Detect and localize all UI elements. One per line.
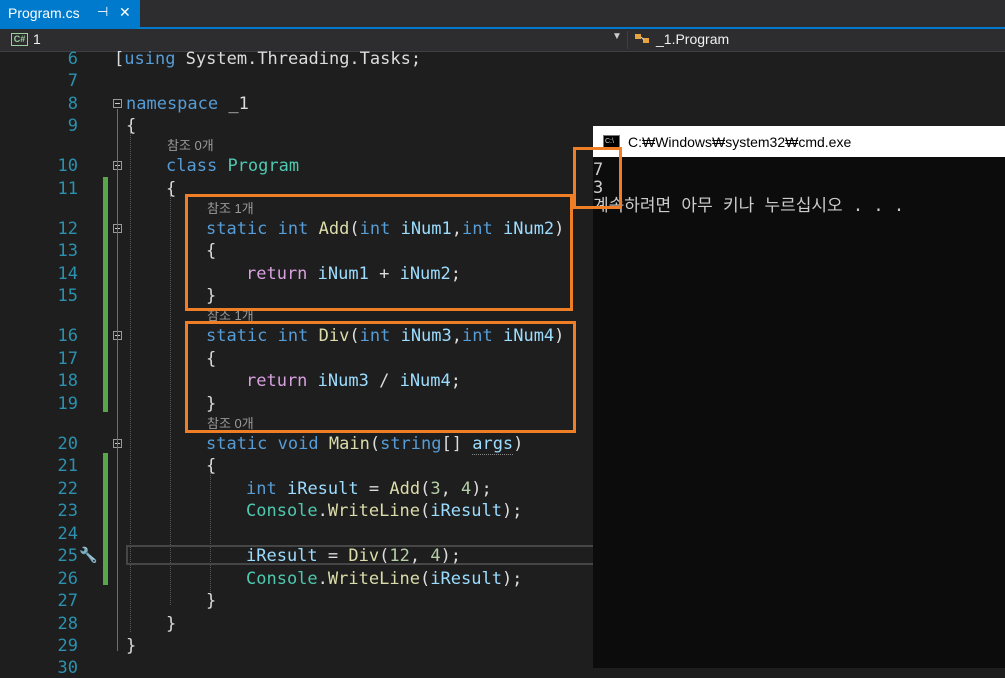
outline-line — [117, 109, 118, 651]
highlight-box-div — [185, 321, 576, 433]
line-number: 30 — [57, 658, 78, 678]
tab-program-cs[interactable]: Program.cs ⊣ ✕ — [0, 0, 140, 27]
codelens-references[interactable]: 참조 0개 — [167, 138, 214, 154]
line-number: 11 — [57, 179, 78, 199]
line-number: 25 — [57, 546, 78, 566]
change-indicator-bar — [103, 453, 108, 585]
code-line-29: } — [126, 636, 137, 656]
line-number: 10 — [57, 156, 78, 176]
line-number: 8 — [67, 94, 78, 114]
highlight-box-add — [185, 194, 573, 311]
code-line-8: namespace _1 — [126, 94, 249, 114]
project-name: 1 — [33, 31, 41, 47]
code-line-26: Console.WriteLine(iResult); — [246, 569, 523, 589]
line-number: 6 — [67, 49, 78, 69]
code-line-25: iResult = Div(12, 4); — [246, 546, 462, 566]
project-dropdown[interactable]: C# 1 ▼ — [0, 29, 626, 51]
code-line-10: class Program — [166, 156, 300, 176]
line-number: 18 — [57, 371, 78, 391]
change-indicator-bar — [103, 177, 108, 412]
line-number: 28 — [57, 614, 78, 634]
line-number: 21 — [57, 456, 78, 476]
console-window[interactable]: C:\ C:₩Windows₩system32₩cmd.exe 7 3 계속하려면 … — [593, 126, 1005, 668]
line-number: 14 — [57, 264, 78, 284]
console-output: 7 3 계속하려면 아무 키나 누르십시오 . . . — [593, 161, 904, 215]
collapse-icon[interactable] — [113, 99, 122, 108]
highlight-box-output — [573, 147, 622, 209]
class-name: _1.Program — [656, 31, 730, 47]
console-title: C:₩Windows₩system32₩cmd.exe — [628, 134, 852, 150]
line-number: 23 — [57, 501, 78, 521]
line-number: 29 — [57, 636, 78, 656]
line-number: 22 — [57, 479, 78, 499]
line-number: 12 — [57, 219, 78, 239]
code-line-9: { — [126, 116, 137, 136]
line-number: 17 — [57, 349, 78, 369]
code-line-28: } — [166, 614, 177, 634]
console-title-bar[interactable]: C:\ C:₩Windows₩system32₩cmd.exe — [593, 126, 1005, 157]
code-line-22: int iResult = Add(3, 4); — [246, 479, 492, 499]
code-line-27: } — [206, 591, 217, 611]
tab-title: Program.cs — [8, 5, 80, 21]
csharp-project-icon: C# — [11, 33, 28, 46]
code-line-6: [using System.Threading.Tasks; — [114, 49, 422, 69]
line-number: 15 — [57, 286, 78, 306]
code-line-11: { — [166, 179, 177, 199]
line-number: 13 — [57, 241, 78, 261]
code-line-20: static void Main(string[] args) — [206, 434, 524, 455]
close-icon[interactable]: ✕ — [119, 4, 131, 21]
code-line-21: { — [206, 456, 217, 476]
indent-guide — [210, 464, 211, 594]
line-number: 19 — [57, 394, 78, 414]
line-number: 16 — [57, 326, 78, 346]
quick-actions-icon[interactable]: 🔧 — [79, 546, 98, 564]
pin-icon[interactable]: ⊣ — [97, 4, 108, 20]
navbar-divider — [627, 31, 628, 49]
indent-guide — [170, 195, 171, 605]
console-line: 계속하려면 아무 키나 누르십시오 . . . — [593, 196, 905, 216]
console-line: 3 — [593, 178, 604, 198]
line-number: 24 — [57, 524, 78, 544]
line-number: 26 — [57, 569, 78, 589]
class-icon — [635, 34, 649, 43]
chevron-down-icon: ▼ — [612, 31, 622, 42]
console-line: 7 — [593, 160, 604, 180]
code-line-23: Console.WriteLine(iResult); — [246, 501, 523, 521]
line-number: 7 — [67, 71, 78, 91]
line-number: 9 — [67, 116, 78, 136]
line-number: 20 — [57, 434, 78, 454]
line-number: 27 — [57, 591, 78, 611]
document-tab-bar: Program.cs ⊣ ✕ — [0, 0, 1005, 29]
